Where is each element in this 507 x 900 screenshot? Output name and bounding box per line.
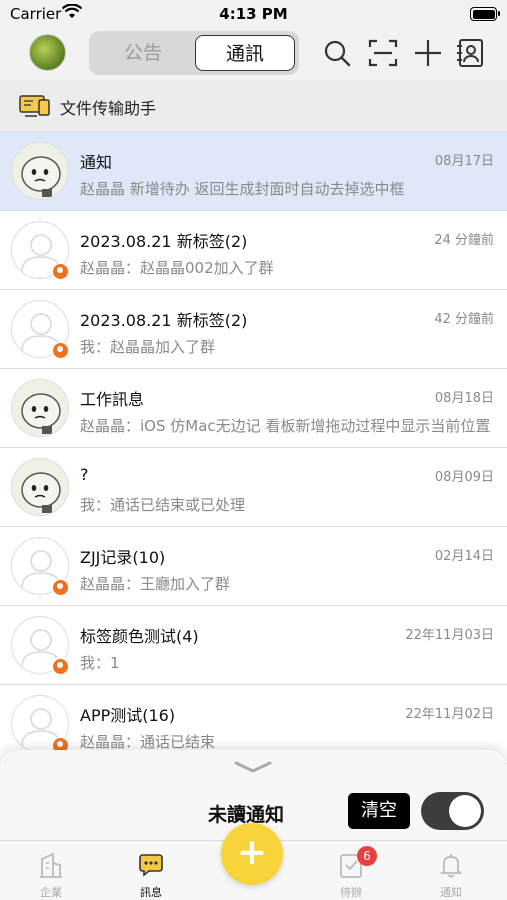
tab-label: 待辦: [340, 886, 362, 899]
emoji-avatar-icon: [21, 393, 61, 434]
conversation-row[interactable]: ? 08月09日我：通话已结束或已处理: [0, 448, 507, 527]
center-add-button[interactable]: +: [221, 823, 283, 885]
conversation-title: 工作訊息: [80, 390, 145, 409]
conversation-title: 2023.08.21 新标签(2): [80, 311, 248, 330]
conversation-time: 24 分鐘前: [434, 233, 494, 248]
conversation-title: 2023.08.21 新标签(2): [80, 232, 248, 251]
group-badge-icon: [52, 658, 69, 675]
conversation-preview: 赵晶晶：通话已结束: [80, 733, 216, 751]
conversation-time: 22年11月03日: [405, 628, 494, 643]
conversation-row[interactable]: 标签颜色测试(4) 22年11月03日我：1: [0, 606, 507, 685]
conversation-preview: 赵晶晶：王廳加入了群: [80, 575, 231, 593]
segment-announcements[interactable]: 公告: [93, 35, 193, 71]
clear-button[interactable]: 清空: [348, 793, 410, 829]
contacts-icon[interactable]: [454, 37, 486, 69]
tab-label: 企業: [40, 886, 62, 899]
tab-messages[interactable]: 訊息: [111, 841, 191, 900]
group-badge-icon: [52, 579, 69, 596]
conversation-list: 通知 08月17日赵晶晶 新增待办 返回生成封面时自动去掉选中框 2023.08.2…: [0, 132, 507, 764]
file-transfer-helper[interactable]: 文件传输助手: [0, 80, 507, 132]
conversation-time: 02月14日: [434, 549, 494, 564]
toggle-knob: [449, 795, 481, 827]
conversation-title: ZJJ记录(10): [80, 548, 166, 567]
conversation-time: 42 分鐘前: [434, 312, 494, 327]
conversation-title: APP测试(16): [80, 706, 176, 725]
unread-toggle[interactable]: [421, 792, 484, 830]
tab-label: 訊息: [140, 886, 162, 899]
battery-icon: [470, 7, 500, 21]
top-nav-bar: 公告 通訊: [0, 28, 507, 80]
conversation-preview: 我：赵晶晶加入了群: [80, 338, 216, 356]
conversation-preview: 我：1: [80, 654, 120, 672]
plus-icon[interactable]: [412, 37, 444, 69]
emoji-avatar-icon: [21, 156, 61, 197]
tab-todo[interactable]: 6 待辦: [311, 841, 391, 900]
avatar: [11, 379, 69, 437]
conversation-time: 08月18日: [434, 391, 494, 406]
conversation-preview: 赵晶晶：赵晶晶002加入了群: [80, 259, 274, 277]
avatar: [11, 142, 69, 200]
bell-icon: [439, 854, 463, 878]
chat-icon: [139, 854, 163, 877]
conversation-title: 标签颜色测试(4): [80, 627, 199, 646]
conversation-title: 通知: [80, 153, 113, 172]
tab-enterprise[interactable]: 企業: [11, 841, 91, 900]
conversation-preview: 赵晶晶 新增待办 返回生成封面时自动去掉选中框: [80, 180, 405, 198]
group-badge-icon: [52, 342, 69, 359]
tab-label: 通知: [440, 886, 462, 899]
segment-messages[interactable]: 通訊: [195, 35, 295, 71]
conversation-row[interactable]: 通知 08月17日赵晶晶 新增待办 返回生成封面时自动去掉选中框: [0, 132, 507, 211]
conversation-row[interactable]: 2023.08.21 新标签(2) 24 分鐘前赵晶晶：赵晶晶002加入了群: [0, 211, 507, 290]
status-bar: Carrier 4:13 PM: [0, 0, 507, 28]
conversation-title: ?: [80, 465, 89, 484]
search-icon[interactable]: [321, 37, 353, 69]
conversation-time: 22年11月02日: [405, 707, 494, 722]
tab-bar: 企業 訊息 + 6 待辦 通知: [0, 823, 507, 900]
tab-notifications[interactable]: 通知: [411, 841, 491, 900]
monitor-icon: [19, 95, 50, 117]
conversation-time: 08月17日: [434, 154, 494, 169]
avatar: [11, 458, 69, 516]
scan-icon[interactable]: [367, 37, 399, 69]
plus-icon: +: [236, 832, 268, 873]
chevron-down-icon[interactable]: [233, 760, 273, 774]
group-badge-icon: [52, 263, 69, 280]
conversation-row[interactable]: 2023.08.21 新标签(2) 42 分鐘前我：赵晶晶加入了群: [0, 290, 507, 369]
file-helper-label: 文件传输助手: [60, 99, 157, 118]
conversation-time: 08月09日: [434, 470, 494, 485]
todo-count-badge: 6: [357, 846, 377, 866]
conversation-row[interactable]: ZJJ记录(10) 02月14日赵晶晶：王廳加入了群: [0, 527, 507, 606]
conversation-preview: 我：通话已结束或已处理: [80, 496, 246, 514]
segmented-control: 公告 通訊: [89, 31, 299, 75]
conversation-row[interactable]: 工作訊息 08月18日赵晶晶：iOS 仿Mac无边记 看板新增拖动过程中显示当前位…: [0, 369, 507, 448]
my-avatar[interactable]: [29, 34, 66, 71]
clock: 4:13 PM: [219, 5, 288, 23]
emoji-avatar-icon: [21, 472, 61, 513]
conversation-preview: 赵晶晶：iOS 仿Mac无边记 看板新增拖动过程中显示当前位置: [80, 417, 491, 435]
building-icon: [40, 852, 62, 878]
